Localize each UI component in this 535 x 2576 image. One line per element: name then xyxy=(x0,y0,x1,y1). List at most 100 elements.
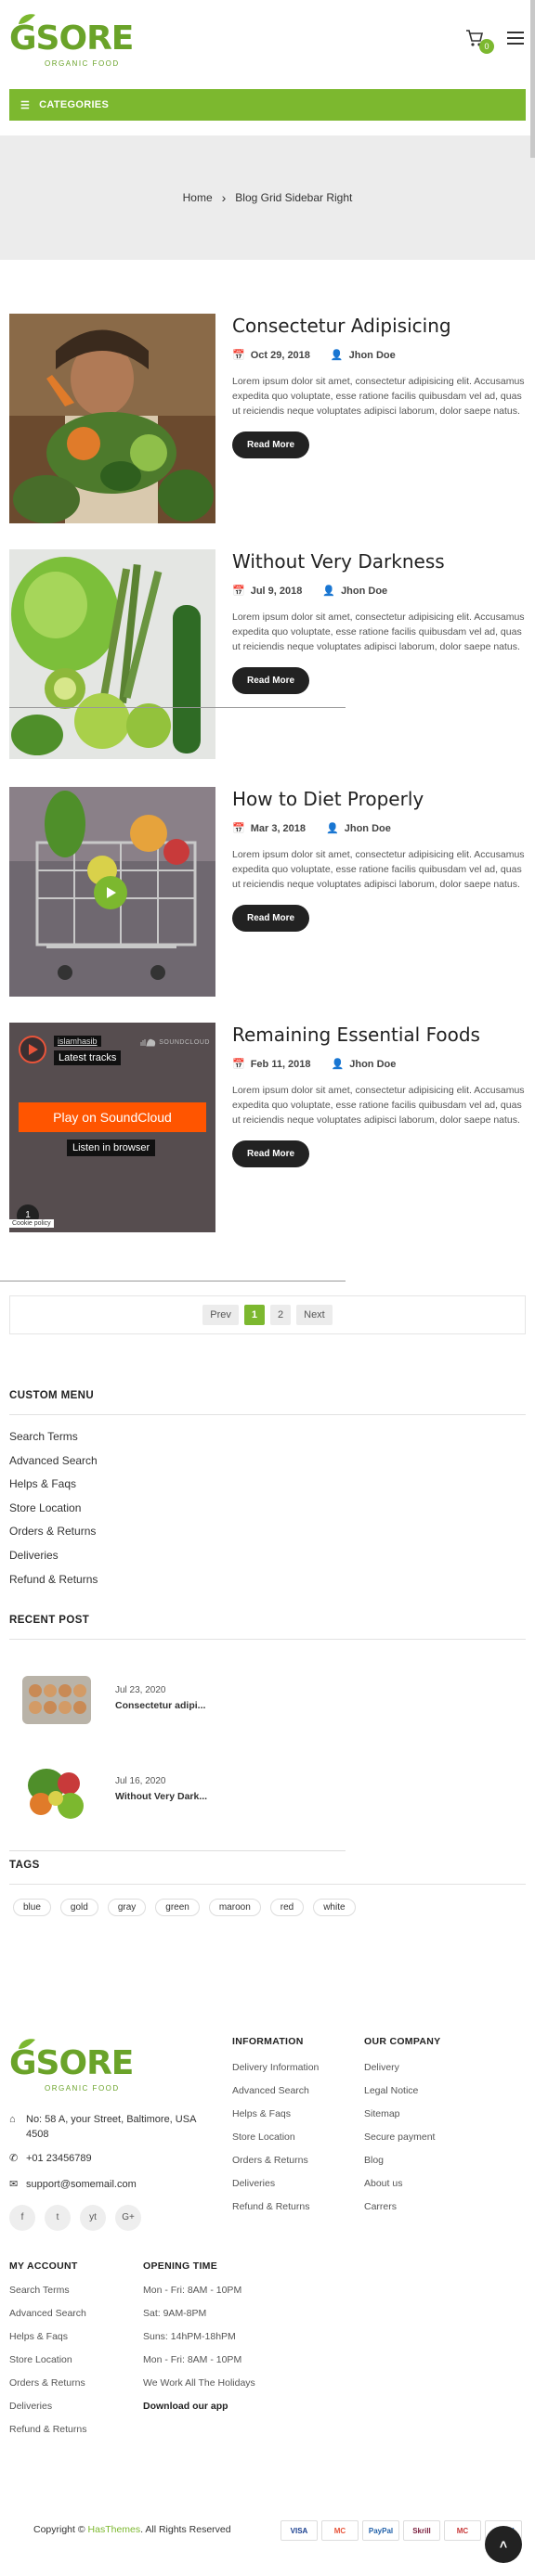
tag[interactable]: red xyxy=(269,1899,305,1916)
post-image[interactable] xyxy=(9,549,215,759)
footer-link[interactable]: Refund & Returns xyxy=(232,2196,319,2219)
site-logo[interactable]: GSORE ORGANIC FOOD xyxy=(9,13,134,71)
post-title[interactable]: Remaining Essential Foods xyxy=(232,1023,526,1047)
post-title[interactable]: Without Very Darkness xyxy=(232,549,526,573)
post-body: Without Very Darkness 📅 Jul 9, 2018 👤 Jhon… xyxy=(232,549,526,694)
recent-post-title-link[interactable]: Without Very Dark... xyxy=(115,1791,207,1802)
footer-link[interactable]: Carrers xyxy=(364,2196,435,2219)
post-author[interactable]: Jhon Doe xyxy=(345,823,391,834)
breadcrumb: Home › Blog Grid Sidebar Right xyxy=(0,135,535,260)
hamburger-menu-icon[interactable] xyxy=(507,32,524,45)
read-more-button[interactable]: Read More xyxy=(232,905,310,932)
footer-link[interactable]: Delivery xyxy=(364,2056,435,2080)
post-author[interactable]: Jhon Doe xyxy=(349,1059,396,1070)
play-icon xyxy=(29,1044,38,1055)
post-meta: 📅 Oct 29, 2018 👤 Jhon Doe xyxy=(232,349,526,362)
footer-link[interactable]: Helps & Faqs xyxy=(9,2325,86,2349)
custom-menu-item[interactable]: Search Terms xyxy=(9,1425,98,1449)
pagination-prev[interactable]: Prev xyxy=(202,1305,239,1325)
double-chevron-up-icon: ˄ xyxy=(499,2537,508,2552)
soundcloud-user-link[interactable]: islamhasib xyxy=(54,1036,101,1047)
phone-text[interactable]: +01 23456789 xyxy=(26,2151,92,2166)
list-icon: ☰ xyxy=(20,99,31,111)
listen-in-browser-link[interactable]: Listen in browser xyxy=(67,1140,156,1156)
soundcloud-play-button[interactable] xyxy=(19,1036,46,1063)
custom-menu-item[interactable]: Advanced Search xyxy=(9,1449,98,1474)
tag[interactable]: blue xyxy=(13,1899,51,1916)
read-more-button[interactable]: Read More xyxy=(232,431,310,458)
eggs-thumbnail xyxy=(22,1676,91,1724)
cart-button[interactable]: 0 xyxy=(464,28,494,54)
cookie-policy-link[interactable]: Cookie policy xyxy=(9,1219,54,1228)
tag[interactable]: green xyxy=(155,1899,200,1916)
footer-link[interactable]: Legal Notice xyxy=(364,2080,435,2103)
pagination-page[interactable]: 1 xyxy=(243,1305,265,1325)
breadcrumb-home-link[interactable]: Home xyxy=(183,191,213,204)
youtube-icon[interactable]: yt xyxy=(80,2205,106,2231)
post-title[interactable]: Consectetur Adipisicing xyxy=(232,314,526,338)
calendar-icon: 📅 xyxy=(232,350,245,361)
copyright-brand-link[interactable]: HasThemes xyxy=(88,2524,141,2535)
categories-toggle[interactable]: ☰ CATEGORIES xyxy=(9,89,526,121)
post-author[interactable]: Jhon Doe xyxy=(349,350,396,361)
post-meta: 📅 Feb 11, 2018 👤 Jhon Doe xyxy=(232,1058,526,1071)
pagination-page[interactable]: 2 xyxy=(270,1305,292,1325)
blog-post: Without Very Darkness 📅 Jul 9, 2018 👤 Jhon… xyxy=(9,549,526,759)
footer-link[interactable]: Helps & Faqs xyxy=(232,2103,319,2126)
post-title[interactable]: How to Diet Properly xyxy=(232,787,526,811)
opening-hours-line: We Work All The Holidays xyxy=(143,2377,255,2389)
tag[interactable]: gold xyxy=(59,1899,98,1916)
recent-post-title-link[interactable]: Consectetur adipi... xyxy=(115,1700,205,1711)
custom-menu-item[interactable]: Refund & Returns xyxy=(9,1568,98,1592)
footer-link[interactable]: Store Location xyxy=(232,2126,319,2149)
footer-link[interactable]: Blog xyxy=(364,2149,435,2172)
soundcloud-logo[interactable]: SOUNDCLOUD xyxy=(139,1037,210,1047)
footer-link[interactable]: Sitemap xyxy=(364,2103,435,2126)
tag[interactable]: gray xyxy=(107,1899,147,1916)
recent-post-item[interactable]: Jul 23, 2020 Consectetur adipi... xyxy=(9,1667,288,1741)
post-video[interactable] xyxy=(9,787,215,997)
pagination-next[interactable]: Next xyxy=(296,1305,333,1325)
footer-logo[interactable]: GSORE ORGANIC FOOD xyxy=(9,2038,134,2095)
maestro-icon: MC xyxy=(444,2520,481,2541)
custom-menu-item[interactable]: Orders & Returns xyxy=(9,1520,98,1544)
read-more-button[interactable]: Read More xyxy=(232,1140,310,1167)
soundcloud-subtitle: Latest tracks xyxy=(54,1050,122,1065)
tag[interactable]: maroon xyxy=(208,1899,261,1916)
custom-menu-item[interactable]: Store Location xyxy=(9,1497,98,1521)
scrollbar-thumb[interactable] xyxy=(530,0,535,158)
facebook-icon[interactable]: f xyxy=(9,2205,35,2231)
footer-link[interactable]: Deliveries xyxy=(232,2172,319,2196)
custom-menu-item[interactable]: Deliveries xyxy=(9,1544,98,1568)
footer-link[interactable]: Store Location xyxy=(9,2349,86,2372)
play-on-soundcloud-button[interactable]: Play on SoundCloud xyxy=(19,1102,206,1132)
post-image[interactable] xyxy=(9,314,215,523)
footer-link[interactable]: Search Terms xyxy=(9,2279,86,2302)
footer-link[interactable]: About us xyxy=(364,2172,435,2196)
footer-link[interactable]: Delivery Information xyxy=(232,2056,319,2080)
google-plus-icon[interactable]: G+ xyxy=(115,2205,141,2231)
opening-hours-line: Suns: 14hPM-18hPM xyxy=(143,2331,236,2342)
skrill-icon: Skrill xyxy=(403,2520,440,2541)
footer-link[interactable]: Secure payment xyxy=(364,2126,435,2149)
scroll-to-top-button[interactable]: ˄ xyxy=(485,2526,522,2563)
twitter-icon[interactable]: t xyxy=(45,2205,71,2231)
footer-link[interactable]: Orders & Returns xyxy=(232,2149,319,2172)
footer-link[interactable]: Deliveries xyxy=(9,2395,86,2418)
read-more-button[interactable]: Read More xyxy=(232,667,310,694)
tag[interactable]: white xyxy=(313,1899,356,1916)
footer-link[interactable]: Advanced Search xyxy=(9,2302,86,2325)
play-video-button[interactable] xyxy=(94,876,127,909)
post-author[interactable]: Jhon Doe xyxy=(341,586,387,597)
footer-link[interactable]: Refund & Returns xyxy=(9,2418,86,2441)
post-meta: 📅 Jul 9, 2018 👤 Jhon Doe xyxy=(232,585,526,598)
categories-label: CATEGORIES xyxy=(39,99,110,110)
overlay-line xyxy=(9,707,346,708)
recent-post-item[interactable]: Jul 16, 2020 Without Very Dark... xyxy=(9,1758,288,1832)
footer-link[interactable]: Orders & Returns xyxy=(9,2372,86,2395)
phone-icon: ✆ xyxy=(9,2153,19,2164)
divider xyxy=(9,1639,526,1640)
custom-menu-item[interactable]: Helps & Faqs xyxy=(9,1473,98,1497)
footer-link[interactable]: Advanced Search xyxy=(232,2080,319,2103)
email-text[interactable]: support@somemail.com xyxy=(26,2177,137,2192)
